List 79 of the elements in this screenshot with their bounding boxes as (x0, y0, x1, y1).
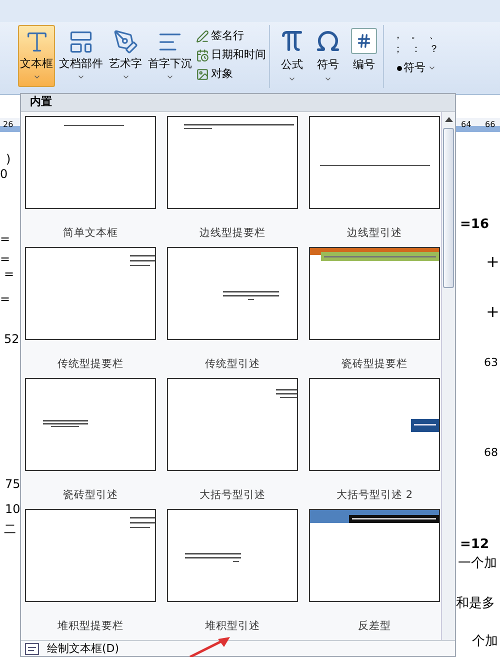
symbol-menu-button[interactable]: 符号 (396, 60, 436, 76)
textbox-template[interactable]: 边线型引述 (308, 116, 441, 246)
document-text: ) (6, 151, 11, 168)
textbox-template[interactable]: 瓷砖型引述 (24, 378, 157, 508)
ruler-number: 26 (3, 119, 14, 131)
caret-icon (77, 73, 85, 81)
ribbon-button[interactable]: 文档部件 (57, 25, 105, 87)
document-text: 0 (0, 166, 8, 183)
document-text: 和是多 (456, 595, 495, 613)
caret-icon (122, 73, 130, 81)
document-text: 10 (5, 501, 20, 518)
textbox-template[interactable]: 简单文本框 (24, 116, 157, 246)
scroll-up-icon (444, 116, 452, 122)
ribbon-small-button[interactable]: 签名行 (196, 27, 266, 45)
ribbon-icon (112, 29, 138, 55)
bullet-icon (396, 66, 402, 71)
caret-icon (166, 73, 174, 81)
caret-icon (288, 75, 296, 83)
textbox-template[interactable]: 大括号型引述 2 (308, 378, 441, 508)
ribbon-small-icon (196, 48, 209, 62)
document-text: 一个加 (458, 555, 497, 573)
document-text: 75 (5, 476, 20, 493)
document-text: 68 (484, 445, 498, 461)
annotation-arrow (188, 635, 232, 657)
sample-text-drawing (185, 552, 241, 562)
document-text: = (0, 251, 10, 268)
sample-text-drawing (223, 290, 279, 300)
document-text: =12 (460, 536, 489, 554)
document-text: = (0, 291, 10, 308)
textbox-template[interactable]: 传统型引述 (166, 246, 299, 378)
document-text: 二 (4, 521, 16, 538)
textbox-template[interactable]: 大括号型引述 (166, 378, 299, 508)
punctuation-button[interactable]: ， (393, 29, 403, 43)
document-text: 个加 (472, 633, 498, 651)
ribbon-button[interactable]: 公式 (279, 25, 305, 87)
sample-text-drawing (411, 418, 439, 432)
textbox-template[interactable]: 堆积型引述 (166, 508, 299, 640)
ribbon-button[interactable]: 编号 (351, 25, 377, 87)
ribbon-icon (315, 28, 341, 54)
ruler-number: 66 (485, 119, 496, 131)
textbox-template[interactable]: 传统型提要栏 (24, 246, 157, 378)
gallery-header: 内置 (30, 94, 52, 110)
scrollbar-thumb[interactable] (443, 128, 454, 288)
sample-text-drawing (130, 516, 155, 528)
ribbon-button[interactable]: 文本框 (18, 25, 55, 87)
ruler-number: 64 (461, 119, 472, 131)
document-text: 52 (4, 331, 20, 348)
textbox-template[interactable]: 瓷砖型提要栏 (308, 246, 441, 378)
sample-text-drawing (43, 420, 88, 427)
ribbon-small-icon (196, 68, 209, 80)
ribbon-small-icon (196, 30, 209, 42)
textbox-template[interactable]: 堆积型提要栏 (24, 508, 157, 640)
ribbon-icon (351, 28, 377, 54)
ribbon-icon (68, 29, 94, 55)
punctuation-button[interactable]: 、 (429, 29, 439, 43)
caret-icon (324, 75, 332, 83)
ribbon-small-button[interactable]: 日期和时间 (196, 46, 266, 64)
document-text: 63 (484, 355, 498, 371)
textbox-template[interactable]: 反差型 (308, 508, 441, 640)
sample-text-drawing (130, 254, 155, 266)
document-text: + (486, 251, 500, 273)
punctuation-button[interactable]: ： (411, 43, 421, 57)
sample-text-drawing (276, 388, 297, 398)
document-text: + (486, 301, 500, 323)
document-text: = (0, 231, 10, 248)
punctuation-button[interactable]: ？ (429, 43, 439, 57)
punctuation-button[interactable]: 。 (411, 29, 421, 43)
document-text: =16 (460, 216, 489, 234)
scrollbar[interactable] (441, 112, 455, 640)
caret-icon (32, 73, 40, 81)
ribbon-button[interactable]: 首字下沉 (146, 25, 194, 87)
ribbon-button[interactable]: 艺术字 (107, 25, 144, 87)
draw-textbox-menu-item[interactable]: 绘制文本框(D) (21, 640, 455, 657)
document-text: = (4, 266, 14, 283)
textbox-template[interactable]: 边线型提要栏 (166, 116, 299, 246)
ribbon-small-button[interactable]: 对象 (196, 65, 266, 83)
ribbon-button[interactable]: 符号 (315, 25, 341, 87)
punctuation-button[interactable]: ； (393, 43, 403, 57)
ribbon-icon (279, 28, 305, 54)
